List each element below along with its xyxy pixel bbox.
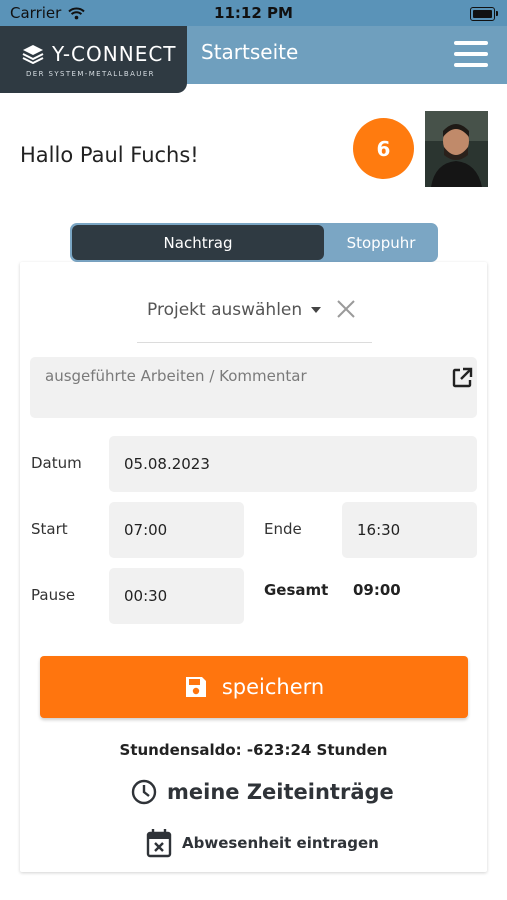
- pause-time-value: 00:30: [124, 587, 168, 605]
- end-time-value: 16:30: [357, 521, 401, 539]
- save-button[interactable]: speichern: [40, 656, 468, 718]
- logo-subtitle: DER SYSTEM-METALLBAUER: [26, 70, 155, 78]
- status-time: 11:12 PM: [214, 4, 293, 22]
- date-label: Datum: [31, 454, 82, 472]
- layers-logo-icon: [22, 45, 44, 64]
- clock-icon: [131, 779, 157, 805]
- add-absence-label: Abwesenheit eintragen: [182, 834, 379, 852]
- my-time-entries-label: meine Zeiteinträge: [167, 780, 394, 804]
- notification-badge[interactable]: 6: [353, 118, 414, 179]
- greeting-text: Hallo Paul Fuchs!: [20, 143, 199, 167]
- user-photo: [425, 111, 488, 187]
- save-button-label: speichern: [221, 675, 325, 699]
- avatar[interactable]: [425, 111, 488, 187]
- menu-icon: [454, 41, 488, 45]
- end-time-field[interactable]: 16:30: [342, 502, 477, 558]
- comment-field[interactable]: ausgeführte Arbeiten / Kommentar: [30, 357, 477, 418]
- start-time-value: 07:00: [124, 521, 168, 539]
- pause-time-field[interactable]: 00:30: [109, 568, 244, 624]
- total-label: Gesamt: [264, 581, 329, 599]
- segment-stoppuhr[interactable]: Stoppuhr: [326, 225, 436, 260]
- project-select-label: Projekt auswählen: [147, 300, 303, 320]
- segment-nachtrag[interactable]: Nachtrag: [72, 225, 324, 260]
- pause-label: Pause: [31, 586, 76, 604]
- page-title: Startseite: [201, 40, 299, 64]
- open-external-icon[interactable]: [450, 366, 474, 390]
- date-field[interactable]: 05.08.2023: [109, 436, 477, 492]
- project-select[interactable]: Projekt auswählen: [137, 296, 372, 343]
- mode-segmented-control: Nachtrag Stoppuhr: [70, 223, 438, 262]
- logo-text: Y-CONNECT: [52, 42, 177, 66]
- start-time-field[interactable]: 07:00: [109, 502, 244, 558]
- hours-balance: Stundensaldo: -623:24 Stunden: [119, 741, 388, 759]
- calendar-remove-icon: [146, 829, 172, 858]
- my-time-entries-link[interactable]: meine Zeiteinträge: [131, 779, 394, 805]
- date-value: 05.08.2023: [124, 455, 210, 473]
- add-absence-link[interactable]: Abwesenheit eintragen: [146, 828, 379, 858]
- status-bar: Carrier 11:12 PM: [0, 0, 507, 26]
- start-label: Start: [31, 520, 68, 538]
- total-value: 09:00: [353, 581, 401, 599]
- hamburger-menu-button[interactable]: [450, 39, 490, 69]
- dropdown-arrow-icon: [311, 307, 321, 313]
- end-label: Ende: [264, 520, 302, 538]
- clear-icon[interactable]: [335, 298, 357, 320]
- battery-icon: [470, 7, 498, 21]
- comment-placeholder: ausgeführte Arbeiten / Kommentar: [45, 367, 307, 385]
- floppy-disk-icon: [185, 677, 206, 697]
- app-logo[interactable]: Y-CONNECT DER SYSTEM-METALLBAUER: [0, 26, 187, 93]
